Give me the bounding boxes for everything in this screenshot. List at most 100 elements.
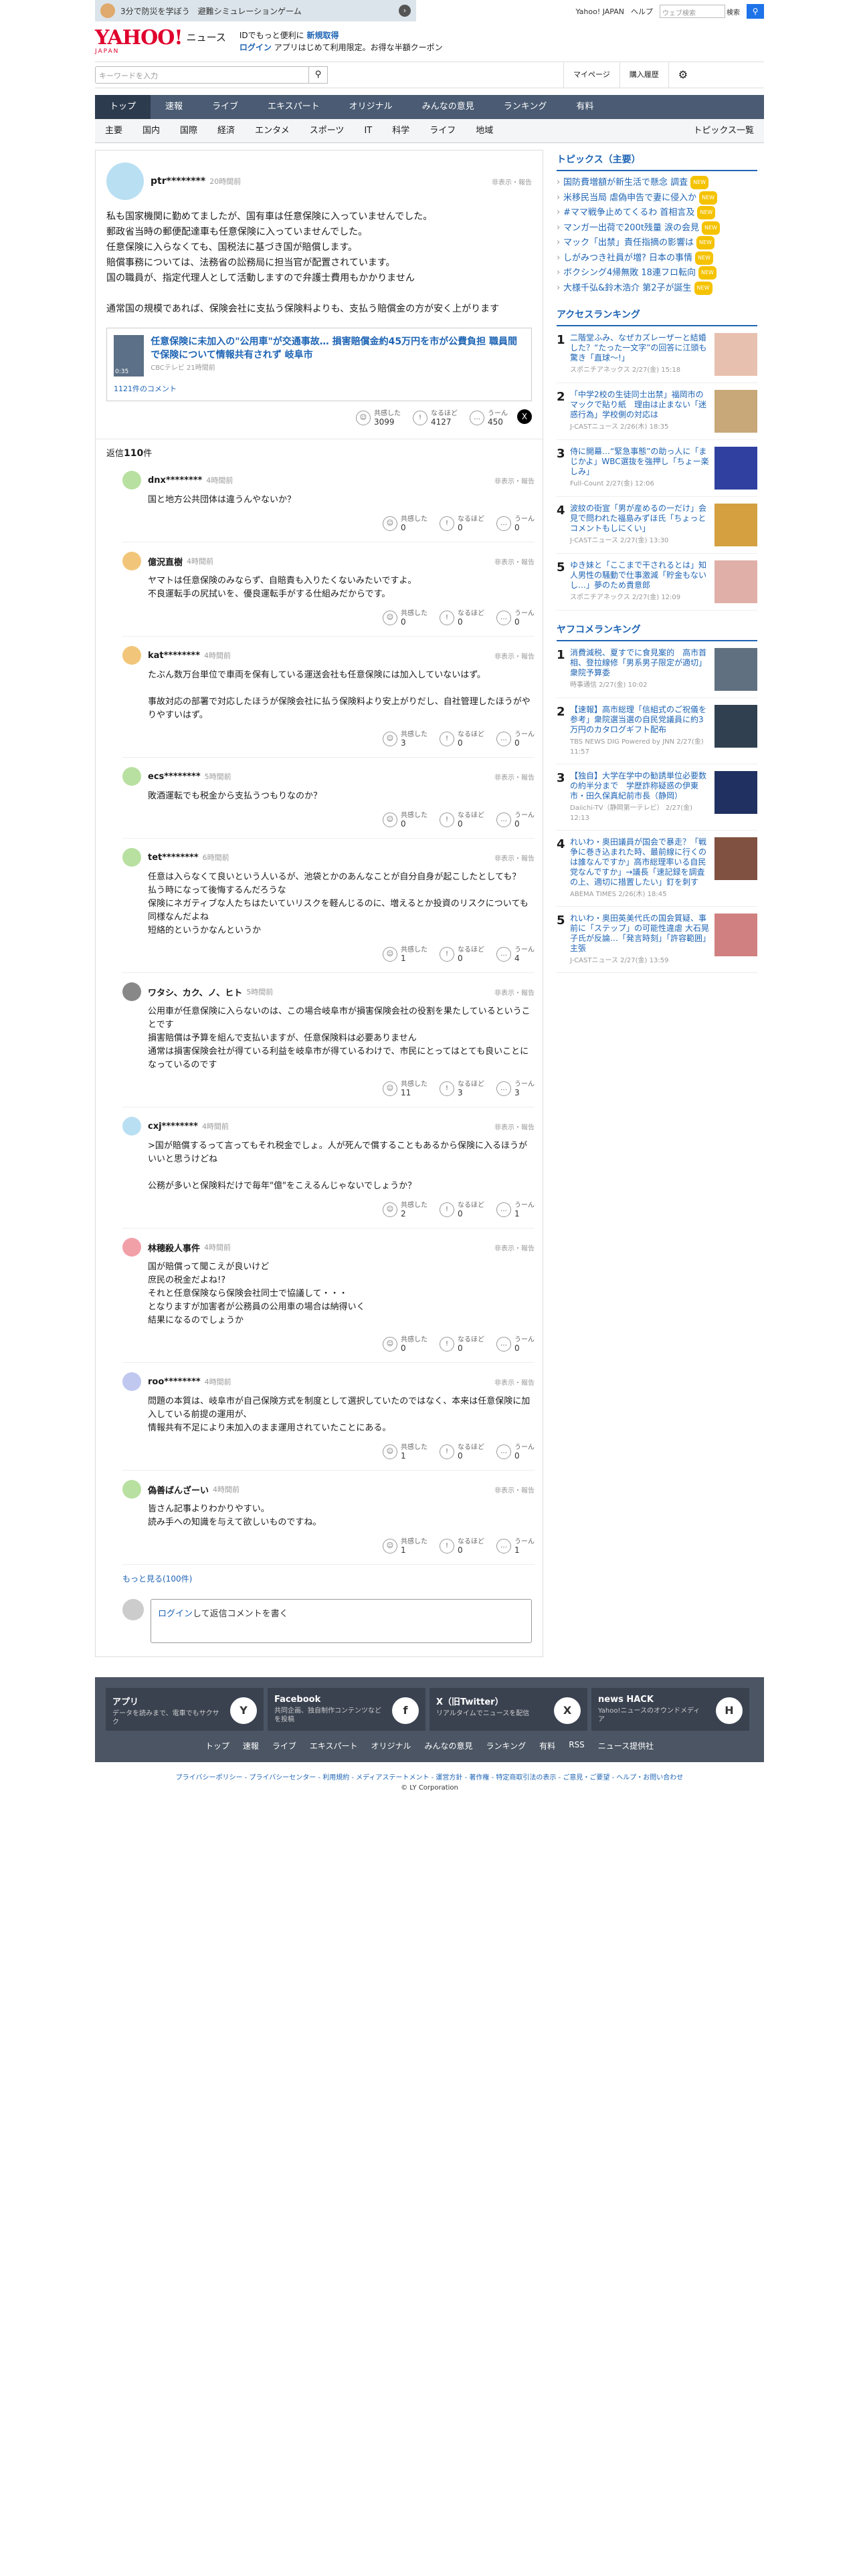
- insight-button[interactable]: ! なるほど 0: [440, 811, 484, 829]
- cat-local[interactable]: 地域: [466, 119, 503, 142]
- web-search-input[interactable]: ウェブ検索: [660, 5, 725, 18]
- topic-title[interactable]: 大様千弘&鈴木浩介 第2子が誕生: [563, 283, 692, 293]
- report-link[interactable]: 非表示・報告: [494, 853, 535, 863]
- comment-user[interactable]: ptr********: [151, 176, 205, 187]
- article-card[interactable]: 0:35 任意保険に未加入の"公用車"が交通事故… 損害賠償金約45万円を市が公…: [106, 328, 532, 401]
- ranking-thumbnail[interactable]: [714, 447, 757, 490]
- keyword-search-input[interactable]: キーワードを入力: [95, 66, 309, 84]
- footer-app-card[interactable]: Facebook 共同企画、独自制作コンテンツなどを投稿 f: [268, 1688, 425, 1731]
- topic-item[interactable]: 大様千弘&鈴木浩介 第2子が誕生NEW: [557, 281, 757, 296]
- topic-item[interactable]: #ママ戦争止めてくるわ 首相言及NEW: [557, 205, 757, 221]
- ranking-title[interactable]: 波紋の街宣「男が産めるの一だけ」会見で問われた福島みずほ氏「ちょっとコメントもし…: [570, 504, 709, 546]
- report-link[interactable]: 非表示・報告: [494, 1121, 535, 1132]
- ranking-headline[interactable]: れいわ・奥田英美代氏の国会質疑、事前に「ステップ」の可能性違虐 大石晃子氏が反論…: [570, 914, 709, 953]
- cat-economy[interactable]: 経済: [207, 119, 245, 142]
- topic-title[interactable]: ボクシング4帰無敗 18連フロ転向: [563, 268, 696, 278]
- article-title[interactable]: 任意保険に未加入の"公用車"が交通事故… 損害賠償金約45万円を市が公費負担 職…: [151, 335, 524, 362]
- ranking-item[interactable]: 2 「中学2校の生徒同士出禁」福岡市のマックで貼り紙 理由は止まない「迷惑行為」学…: [557, 383, 757, 440]
- cat-science[interactable]: 科学: [382, 119, 419, 142]
- ranking-title[interactable]: 【独自】大学在学中の勧誘単位必要数の約半分まで 学歴詐称疑惑の伊東市・田久保真紀…: [570, 771, 709, 823]
- ranking-title[interactable]: ゆき妹と「ここまで干されるとは」知人男性の騒動で仕事激減「貯金もないし…」夢のた…: [570, 560, 709, 603]
- ranking-title[interactable]: れいわ・奥田議員が国会で暴走？「戦争に巻き込まれた時、最前線に行くのは誰なんです…: [570, 837, 709, 899]
- topic-item[interactable]: ボクシング4帰無敗 18連フロ転向NEW: [557, 265, 757, 281]
- reply-user[interactable]: cxj********: [148, 1121, 198, 1132]
- ranking-title[interactable]: 「中学2校の生徒同士出禁」福岡市のマックで貼り紙 理由は止まない「迷惑行為」学校…: [570, 390, 709, 433]
- avatar[interactable]: [122, 982, 141, 1001]
- cat-domestic[interactable]: 国内: [132, 119, 170, 142]
- tab-expert[interactable]: エキスパート: [253, 95, 335, 119]
- ranking-item[interactable]: 2 【速報】高市総理「信組式のご祝儀を参考」衆院選当選の自民党議員に約3万円のカタ…: [557, 698, 757, 764]
- tab-paid[interactable]: 有料: [561, 95, 608, 119]
- report-link[interactable]: 非表示・報告: [494, 556, 535, 566]
- hmm-button[interactable]: … うーん 0: [496, 1443, 535, 1461]
- ranking-title[interactable]: 消費減税、夏すでに食見案的 高市首相、登拉線修「男系男子限定が適切」衆院予算委時…: [570, 648, 709, 691]
- reply-user[interactable]: tet********: [148, 853, 199, 863]
- ranking-title[interactable]: れいわ・奥田英美代氏の国会質疑、事前に「ステップ」の可能性違虐 大石晃子氏が反論…: [570, 914, 709, 966]
- reply-user[interactable]: 偽善ばんざーい: [148, 1483, 209, 1496]
- report-link[interactable]: 非表示・報告: [494, 987, 535, 997]
- avatar[interactable]: [122, 767, 141, 786]
- report-link[interactable]: 非表示・報告: [494, 1243, 535, 1253]
- ranking-thumbnail[interactable]: [714, 914, 757, 956]
- ranking-thumbnail[interactable]: [714, 648, 757, 691]
- ranking-item[interactable]: 5 れいわ・奥田英美代氏の国会質疑、事前に「ステップ」の可能性違虐 大石晃子氏が反…: [557, 907, 757, 973]
- ranking-item[interactable]: 4 れいわ・奥田議員が国会で暴走？「戦争に巻き込まれた時、最前線に行くのは誰なんで…: [557, 831, 757, 907]
- reply-input[interactable]: ログインして返信コメントを書く: [151, 1599, 532, 1643]
- ranking-thumbnail[interactable]: [714, 333, 757, 376]
- ranking-item[interactable]: 1 二階堂ふみ、なぜカズレーザーと結婚した？“たった一文字”の回答に江頭も驚き「直…: [557, 326, 757, 383]
- cat-sports[interactable]: スポーツ: [300, 119, 355, 142]
- footer-link[interactable]: エキスパート: [310, 1740, 358, 1751]
- cat-main[interactable]: 主要: [95, 119, 132, 142]
- insight-button[interactable]: ! なるほど 0: [440, 1335, 484, 1353]
- cat-world[interactable]: 国際: [170, 119, 207, 142]
- web-search-label[interactable]: 検索: [727, 7, 740, 17]
- ranking-title[interactable]: 侍に開幕…“緊急事態”の助っ人に「まじかよ」WBC選抜を強押し「ちょー楽しみ」 F…: [570, 447, 709, 490]
- insight-button[interactable]: ! なるほど 3: [440, 1080, 484, 1097]
- logo[interactable]: YAHOO! JAPAN: [95, 28, 183, 56]
- ranking-thumbnail[interactable]: [714, 771, 757, 814]
- ranking-headline[interactable]: れいわ・奥田議員が国会で暴走？「戦争に巻き込まれた時、最前線に行くのは誰なんです…: [570, 837, 706, 887]
- avatar[interactable]: [122, 646, 141, 665]
- reply-user[interactable]: dnx********: [148, 475, 202, 486]
- hmm-button[interactable]: … うーん 4: [496, 946, 535, 963]
- report-link[interactable]: 非表示・報告: [494, 1485, 535, 1495]
- cat-entertainment[interactable]: エンタメ: [245, 119, 300, 142]
- reply-user[interactable]: 億況直樹: [148, 555, 183, 568]
- report-link[interactable]: 非表示・報告: [494, 772, 535, 782]
- tab-original[interactable]: オリジナル: [335, 95, 407, 119]
- ranking-headline[interactable]: 二階堂ふみ、なぜカズレーザーと結婚した？“たった一文字”の回答に江頭も驚き「直球…: [570, 333, 706, 362]
- footer-link[interactable]: 速報: [243, 1740, 259, 1751]
- yahoo-link[interactable]: Yahoo! JAPAN: [575, 7, 624, 16]
- ranking-headline[interactable]: 消費減税、夏すでに食見案的 高市首相、登拉線修「男系男子限定が適切」衆院予算委: [570, 648, 706, 677]
- legal-links[interactable]: プライバシーポリシー - プライバシーセンター - 利用規約 - メディアステー…: [95, 1772, 764, 1782]
- hmm-button[interactable]: … うーん 1: [496, 1537, 535, 1555]
- empathy-button[interactable]: ☺ 共感した 0: [383, 811, 427, 829]
- topic-title[interactable]: #ママ戦争止めてくるわ 首相言及: [563, 208, 694, 218]
- ranking-item[interactable]: 4 波紋の街宣「男が産めるの一だけ」会見で問われた福島みずほ氏「ちょっとコメントも…: [557, 497, 757, 554]
- topic-item[interactable]: 国防費増額が新生活で懸念 調査NEW: [557, 175, 757, 191]
- insight-button[interactable]: ! なるほど 0: [440, 1201, 484, 1218]
- empathy-button[interactable]: ☺ 共感した 0: [383, 1335, 427, 1353]
- empathy-button[interactable]: ☺ 共感した 1: [383, 1443, 427, 1461]
- report-link[interactable]: 非表示・報告: [494, 475, 535, 486]
- topic-item[interactable]: 米移民当局 虐偽申告で妻に侵入かNEW: [557, 191, 757, 206]
- empathy-button[interactable]: ☺ 共感した 0: [383, 515, 427, 532]
- article-thumbnail[interactable]: 0:35: [114, 335, 145, 377]
- history-link[interactable]: 購入履歴: [619, 62, 668, 88]
- ranking-thumbnail[interactable]: [714, 560, 757, 603]
- empathy-button[interactable]: ☺ 共感した 3099: [356, 409, 401, 427]
- help-link[interactable]: ヘルプ: [631, 6, 653, 17]
- topic-title[interactable]: マンガ一出荷で200t残量 涙の会見: [563, 223, 699, 233]
- empathy-button[interactable]: ☺ 共感した 3: [383, 730, 427, 748]
- topic-item[interactable]: しがみつき社員が増? 日本の事情NEW: [557, 251, 757, 266]
- avatar[interactable]: [122, 552, 141, 570]
- avatar[interactable]: [122, 1480, 141, 1499]
- x-share-icon[interactable]: X: [517, 409, 532, 424]
- footer-link[interactable]: 有料: [539, 1740, 555, 1751]
- ranking-headline[interactable]: 【独自】大学在学中の勧誘単位必要数の約半分まで 学歴詐称疑惑の伊東市・田久保真紀…: [570, 771, 706, 800]
- avatar[interactable]: [122, 1238, 141, 1257]
- footer-link[interactable]: トップ: [205, 1740, 229, 1751]
- insight-button[interactable]: ! なるほど 0: [440, 1443, 484, 1461]
- avatar[interactable]: [122, 848, 141, 867]
- reply-user[interactable]: roo********: [148, 1377, 201, 1387]
